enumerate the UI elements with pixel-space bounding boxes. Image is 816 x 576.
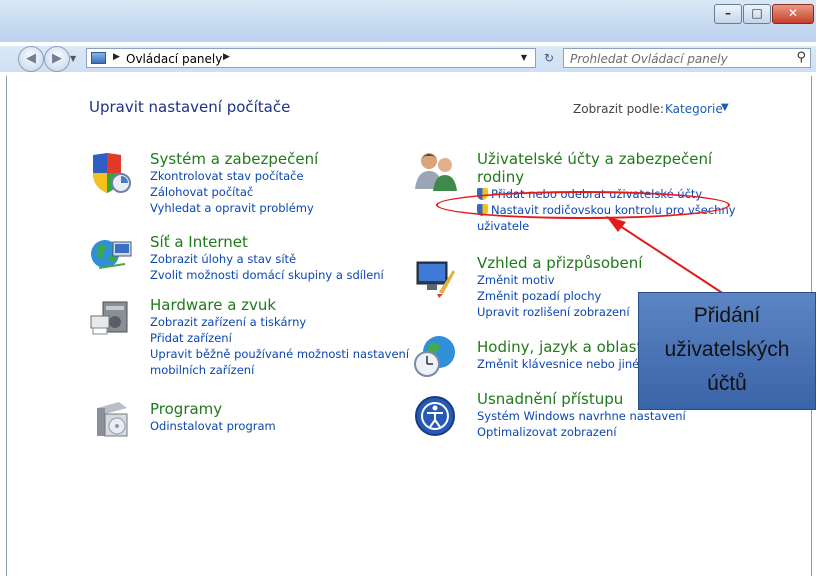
breadcrumb-separator-icon[interactable]: ▶ bbox=[223, 52, 230, 62]
highlight-ellipse bbox=[436, 191, 730, 219]
forward-button[interactable]: ▶ bbox=[44, 46, 70, 72]
hardware-sound-icon[interactable] bbox=[89, 298, 133, 342]
link-change-background[interactable]: Změnit pozadí plochy bbox=[477, 288, 642, 304]
link-parental-controls-cont[interactable]: uživatele bbox=[477, 218, 736, 234]
close-icon: ✕ bbox=[787, 6, 799, 20]
search-icon[interactable]: ⚲ bbox=[796, 50, 806, 65]
back-button[interactable]: ◀ bbox=[18, 46, 44, 72]
control-panel-window: – □ ✕ ◀ ▶ ▼ ▶ Ovládací panely ▶ ▼ ↻ Proh… bbox=[0, 0, 816, 576]
link-change-theme[interactable]: Změnit motiv bbox=[477, 272, 642, 288]
refresh-button[interactable]: ↻ bbox=[538, 48, 560, 68]
user-accounts-icon[interactable] bbox=[413, 149, 457, 193]
breadcrumb-control-panel[interactable]: Ovládací panely bbox=[126, 52, 222, 66]
maximize-icon: □ bbox=[751, 6, 763, 20]
appearance-icon[interactable] bbox=[413, 256, 457, 300]
navigation-bar: ◀ ▶ ▼ ▶ Ovládací panely ▶ ▼ ↻ Prohledat … bbox=[0, 46, 816, 72]
close-button[interactable]: ✕ bbox=[772, 4, 814, 24]
link-windows-suggests[interactable]: Systém Windows navrhne nastavení bbox=[477, 408, 686, 424]
link-mobility-settings-cont[interactable]: mobilních zařízení bbox=[150, 362, 409, 378]
annotation-callout: Přidání uživatelských účtů bbox=[638, 292, 816, 410]
refresh-icon: ↻ bbox=[543, 51, 555, 65]
link-mobility-settings[interactable]: Upravit běžně používané možnosti nastave… bbox=[150, 346, 409, 362]
category-clock-language-region: Hodiny, jazyk a oblast Změnit klávesnice… bbox=[477, 338, 654, 372]
link-homegroup[interactable]: Zvolit možnosti domácí skupiny a sdílení bbox=[150, 267, 384, 283]
view-by-dropdown[interactable]: Kategorie bbox=[665, 102, 723, 116]
page-title: Upravit nastavení počítače bbox=[89, 98, 291, 116]
link-adjust-resolution[interactable]: Upravit rozlišení zobrazení bbox=[477, 304, 642, 320]
callout-line: Přidání bbox=[693, 304, 761, 327]
category-network-internet: Síť a Internet Zobrazit úlohy a stav sít… bbox=[150, 233, 384, 283]
clock-language-region-icon[interactable] bbox=[413, 334, 457, 378]
category-title[interactable]: Hardware a zvuk bbox=[150, 296, 409, 314]
minimize-icon: – bbox=[725, 6, 731, 20]
category-title[interactable]: Systém a zabezpečení bbox=[150, 150, 318, 168]
ease-of-access-icon[interactable] bbox=[413, 394, 457, 438]
link-add-device[interactable]: Přidat zařízení bbox=[150, 330, 409, 346]
category-hardware-sound: Hardware a zvuk Zobrazit zařízení a tisk… bbox=[150, 296, 409, 378]
address-bar[interactable]: ▶ Ovládací panely ▶ ▼ bbox=[86, 48, 536, 68]
link-uninstall-program[interactable]: Odinstalovat program bbox=[150, 418, 276, 434]
category-title[interactable]: Síť a Internet bbox=[150, 233, 384, 251]
category-title[interactable]: Uživatelské účty a zabezpečení bbox=[477, 150, 736, 168]
category-title[interactable]: Hodiny, jazyk a oblast bbox=[477, 338, 654, 356]
callout-line: uživatelských bbox=[664, 338, 790, 361]
category-programs: Programy Odinstalovat program bbox=[150, 400, 276, 434]
category-system-security: Systém a zabezpečení Zkontrolovat stav p… bbox=[150, 150, 318, 216]
category-appearance: Vzhled a přizpůsobení Změnit motiv Změni… bbox=[477, 254, 642, 320]
link-change-keyboards[interactable]: Změnit klávesnice nebo jiné m bbox=[477, 356, 654, 372]
link-network-status[interactable]: Zobrazit úlohy a stav sítě bbox=[150, 251, 384, 267]
category-title[interactable]: Programy bbox=[150, 400, 276, 418]
link-devices-printers[interactable]: Zobrazit zařízení a tiskárny bbox=[150, 314, 409, 330]
forward-arrow-icon: ▶ bbox=[52, 51, 62, 66]
search-placeholder: Prohledat Ovládací panely bbox=[570, 52, 728, 66]
programs-icon[interactable] bbox=[89, 396, 133, 440]
address-dropdown-icon[interactable]: ▼ bbox=[521, 53, 527, 62]
system-security-icon[interactable] bbox=[87, 151, 131, 195]
network-internet-icon[interactable] bbox=[89, 234, 133, 278]
search-input[interactable]: Prohledat Ovládací panely ⚲ bbox=[563, 48, 811, 68]
link-troubleshoot[interactable]: Vyhledat a opravit problémy bbox=[150, 200, 318, 216]
caption-buttons: – □ ✕ bbox=[713, 4, 814, 24]
minimize-button[interactable]: – bbox=[714, 4, 742, 24]
chevron-down-icon[interactable]: ▼ bbox=[721, 102, 729, 113]
link-backup[interactable]: Zálohovat počítač bbox=[150, 184, 318, 200]
title-bar[interactable]: – □ ✕ bbox=[0, 0, 816, 42]
maximize-button[interactable]: □ bbox=[743, 4, 771, 24]
recent-pages-dropdown[interactable]: ▼ bbox=[70, 54, 76, 63]
link-check-status[interactable]: Zkontrolovat stav počítače bbox=[150, 168, 318, 184]
callout-line: účtů bbox=[707, 372, 747, 395]
category-title[interactable]: Vzhled a přizpůsobení bbox=[477, 254, 642, 272]
view-by-label: Zobrazit podle: bbox=[573, 102, 664, 116]
control-panel-icon bbox=[91, 52, 106, 64]
link-optimize-display[interactable]: Optimalizovat zobrazení bbox=[477, 424, 686, 440]
breadcrumb-separator-icon[interactable]: ▶ bbox=[113, 52, 120, 62]
category-title-cont[interactable]: rodiny bbox=[477, 168, 736, 186]
back-arrow-icon: ◀ bbox=[26, 51, 36, 66]
